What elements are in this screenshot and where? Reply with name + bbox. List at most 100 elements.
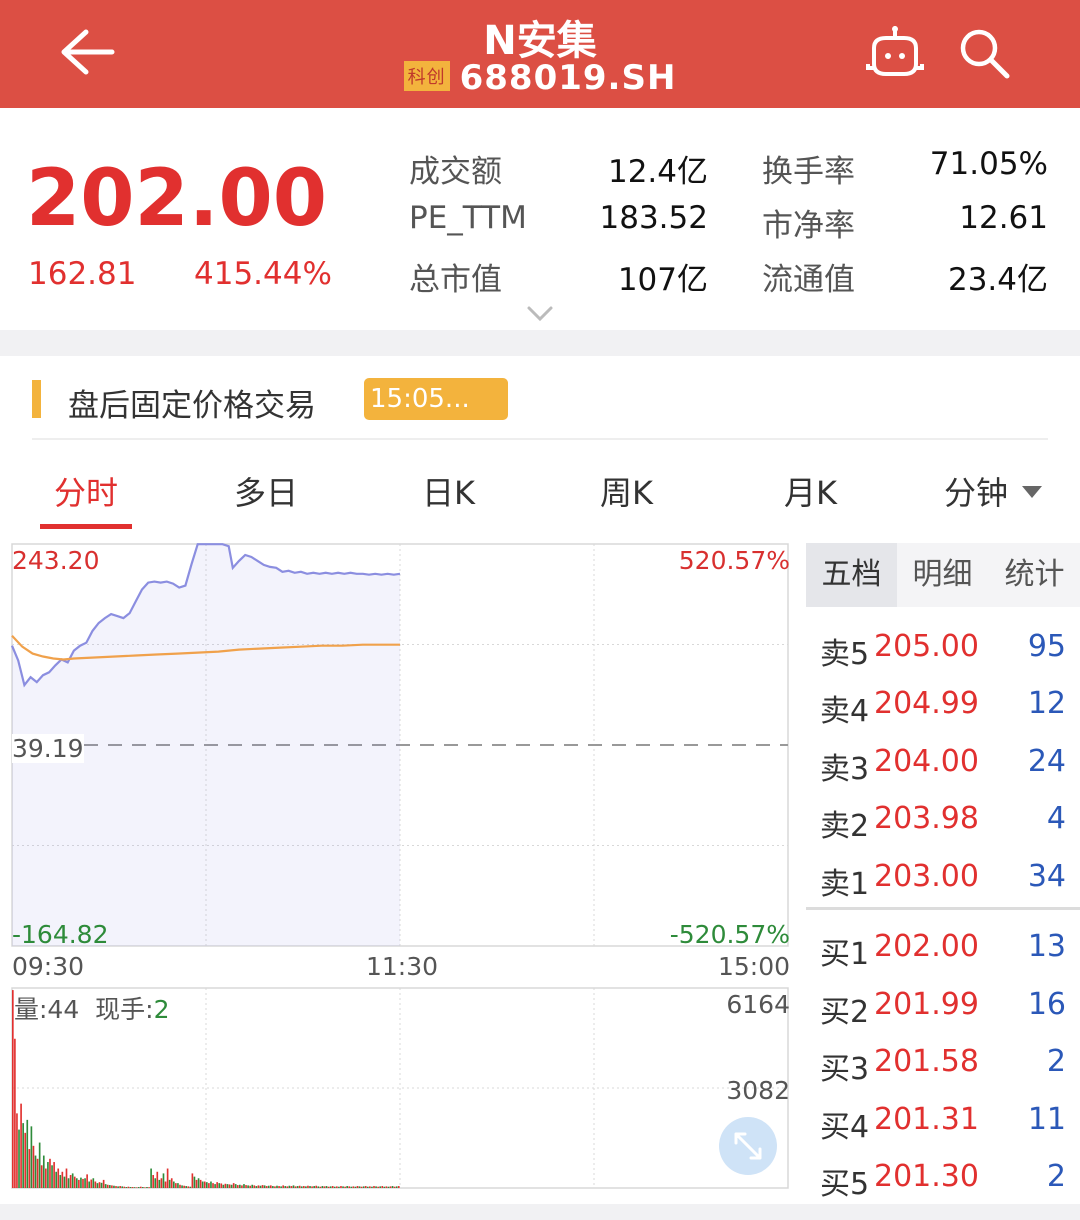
fullscreen-expand-icon[interactable] xyxy=(718,1116,778,1176)
volume-bar xyxy=(377,1186,379,1188)
volume-bar xyxy=(201,1181,204,1188)
volume-bar xyxy=(276,1185,278,1188)
volume-bar xyxy=(362,1186,365,1188)
volume-bar xyxy=(71,1173,74,1188)
post-market-section[interactable]: 盘后固定价格交易 15:05... xyxy=(0,356,1080,446)
bid-volume: 11 xyxy=(1027,1102,1066,1137)
current-hand-value: 2 xyxy=(153,995,170,1024)
current-hand-label: 现手: xyxy=(95,995,154,1024)
volume-bar xyxy=(183,1185,185,1188)
tab-multi-day[interactable]: 多日 xyxy=(234,468,298,514)
volume-bar xyxy=(65,1168,68,1188)
volume-bar xyxy=(358,1186,361,1188)
volume-bar xyxy=(282,1185,285,1188)
volume-bar xyxy=(78,1179,80,1188)
volume-bar xyxy=(113,1185,115,1188)
bid-level-label: 买4 xyxy=(820,1110,870,1145)
volume-bar xyxy=(142,1187,144,1188)
intraday-chart[interactable]: 243.20 520.57% 39.19 -164.82 -520.57% 09… xyxy=(0,540,800,1210)
volume-bar xyxy=(333,1186,336,1188)
volume-bar xyxy=(294,1186,297,1188)
volume-bar xyxy=(80,1177,82,1188)
volume-bar xyxy=(195,1179,198,1188)
volume-bar xyxy=(216,1182,218,1188)
volume-bar xyxy=(313,1186,315,1188)
volume-bar xyxy=(121,1186,124,1188)
volume-bar xyxy=(265,1186,268,1188)
volume-bar xyxy=(98,1182,101,1188)
tab-intraday[interactable]: 分时 xyxy=(54,468,118,514)
tab-details[interactable]: 明细 xyxy=(897,543,988,607)
volume-bar xyxy=(55,1171,57,1188)
volume-bar xyxy=(290,1186,293,1188)
volume-bar xyxy=(315,1185,318,1188)
volume-bar xyxy=(133,1187,136,1188)
volume-bar xyxy=(191,1173,194,1188)
volume-bar xyxy=(102,1179,105,1188)
volume-bar xyxy=(61,1171,64,1188)
tab-statistics[interactable]: 统计 xyxy=(989,543,1080,607)
volume-bar xyxy=(20,1103,22,1188)
volume-bar xyxy=(181,1185,183,1188)
bid-level-label: 买2 xyxy=(820,995,870,1030)
volume-bar xyxy=(307,1185,309,1188)
ask-volume: 12 xyxy=(1027,686,1066,721)
ask-row: 卖5 205.00 95 xyxy=(820,629,1066,679)
bid-row: 买5 201.30 2 xyxy=(820,1159,1066,1209)
volume-bar xyxy=(379,1186,382,1188)
y-axis-low-label: -164.82 xyxy=(12,920,109,949)
tab-daily-k[interactable]: 日K xyxy=(422,468,475,514)
volume-bar xyxy=(82,1178,84,1188)
volume-bar xyxy=(210,1181,212,1188)
volume-bar xyxy=(346,1186,348,1188)
x-axis-label-close: 15:00 xyxy=(717,952,790,981)
ask-row: 卖1 203.00 34 xyxy=(820,859,1066,909)
volume-bar xyxy=(342,1186,344,1188)
volume-bar xyxy=(199,1179,202,1188)
volume-bar xyxy=(226,1184,229,1188)
volume-bar xyxy=(309,1186,311,1188)
search-icon[interactable] xyxy=(955,24,1013,80)
tab-weekly-k[interactable]: 周K xyxy=(600,468,653,514)
volume-bar xyxy=(296,1186,299,1188)
volume-bar xyxy=(239,1184,241,1188)
volume-bar xyxy=(340,1186,342,1188)
volume-bar xyxy=(321,1186,324,1188)
volume-bar xyxy=(24,1132,27,1188)
chevron-down-icon[interactable] xyxy=(526,304,554,324)
volume-bar xyxy=(14,1038,16,1188)
volume-bar xyxy=(139,1186,142,1188)
ask-price: 203.00 xyxy=(874,859,979,894)
ask-level-label: 卖1 xyxy=(820,867,870,902)
y-axis-high-pct-label: 520.57% xyxy=(678,546,790,575)
volume-bar xyxy=(234,1184,237,1188)
volume-bar xyxy=(214,1184,216,1188)
volume-bar xyxy=(125,1187,128,1188)
bottom-bar xyxy=(0,1204,1080,1220)
tab-minute[interactable]: 分钟 xyxy=(944,468,1043,514)
section-gap xyxy=(0,330,1080,356)
tab-five-levels[interactable]: 五档 xyxy=(806,543,897,607)
price-change-percent: 415.44% xyxy=(194,256,332,292)
robot-assistant-icon[interactable] xyxy=(864,24,926,80)
bid-volume: 2 xyxy=(1046,1159,1066,1194)
active-tab-indicator xyxy=(40,524,132,529)
volume-bar xyxy=(259,1185,262,1188)
stat-value-float-cap: 23.4亿 xyxy=(947,262,1048,298)
volume-bar xyxy=(369,1186,371,1188)
volume-bar xyxy=(185,1186,188,1188)
current-price: 202.00 xyxy=(26,154,327,244)
volume-bar xyxy=(34,1155,37,1188)
volume-bar xyxy=(257,1185,260,1188)
volume-label: 量:44 现手:2 xyxy=(14,990,170,1026)
volume-bar xyxy=(329,1186,332,1188)
volume-bar xyxy=(47,1162,49,1188)
post-market-label: 盘后固定价格交易 xyxy=(68,388,316,424)
ask-row: 卖3 204.00 24 xyxy=(820,744,1066,794)
stat-value-market-cap: 107亿 xyxy=(617,262,708,298)
volume-bar xyxy=(348,1186,351,1188)
volume-bar xyxy=(49,1158,51,1188)
volume-bar xyxy=(123,1186,126,1188)
volume-bar xyxy=(228,1184,231,1188)
tab-monthly-k[interactable]: 月K xyxy=(784,468,837,514)
